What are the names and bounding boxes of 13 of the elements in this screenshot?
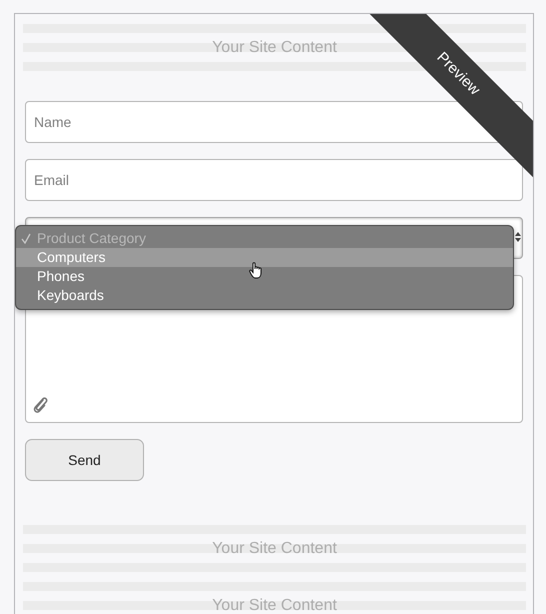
menu-option[interactable]: Phones: [16, 267, 513, 286]
text-field[interactable]: Email: [25, 159, 523, 201]
placeholder-text: Your Site Content: [212, 40, 337, 56]
paperclip-icon[interactable]: [32, 396, 49, 414]
menu-option: Product Category: [16, 229, 513, 248]
menu-option[interactable]: Keyboards: [16, 286, 513, 305]
placeholder-text: Your Site Content: [212, 598, 337, 614]
menu-option[interactable]: Computers: [16, 248, 513, 267]
send-button[interactable]: Send: [25, 439, 144, 481]
placeholder-text: Your Site Content: [212, 540, 337, 556]
hand-cursor-icon: [249, 262, 263, 279]
text-field[interactable]: Name: [25, 101, 523, 143]
checkmark-icon: [21, 233, 31, 244]
